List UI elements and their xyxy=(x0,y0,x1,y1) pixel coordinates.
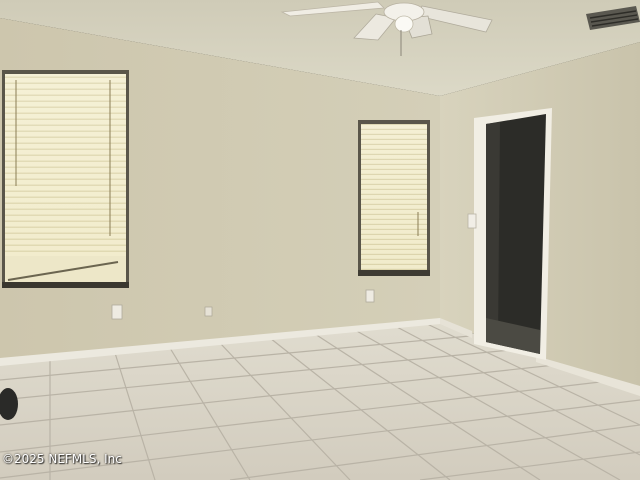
left-window xyxy=(2,70,129,288)
center-window xyxy=(358,120,430,276)
copyright-watermark: ©2025 NEFMLS, Inc xyxy=(2,452,122,466)
room-illustration xyxy=(0,0,640,480)
light-switch xyxy=(467,213,477,229)
outlet-center xyxy=(365,289,375,303)
closet-doorway xyxy=(474,108,552,360)
outlet-left xyxy=(111,304,123,320)
room-photo: ©2025 NEFMLS, Inc xyxy=(0,0,640,480)
wall-jack xyxy=(204,306,213,317)
